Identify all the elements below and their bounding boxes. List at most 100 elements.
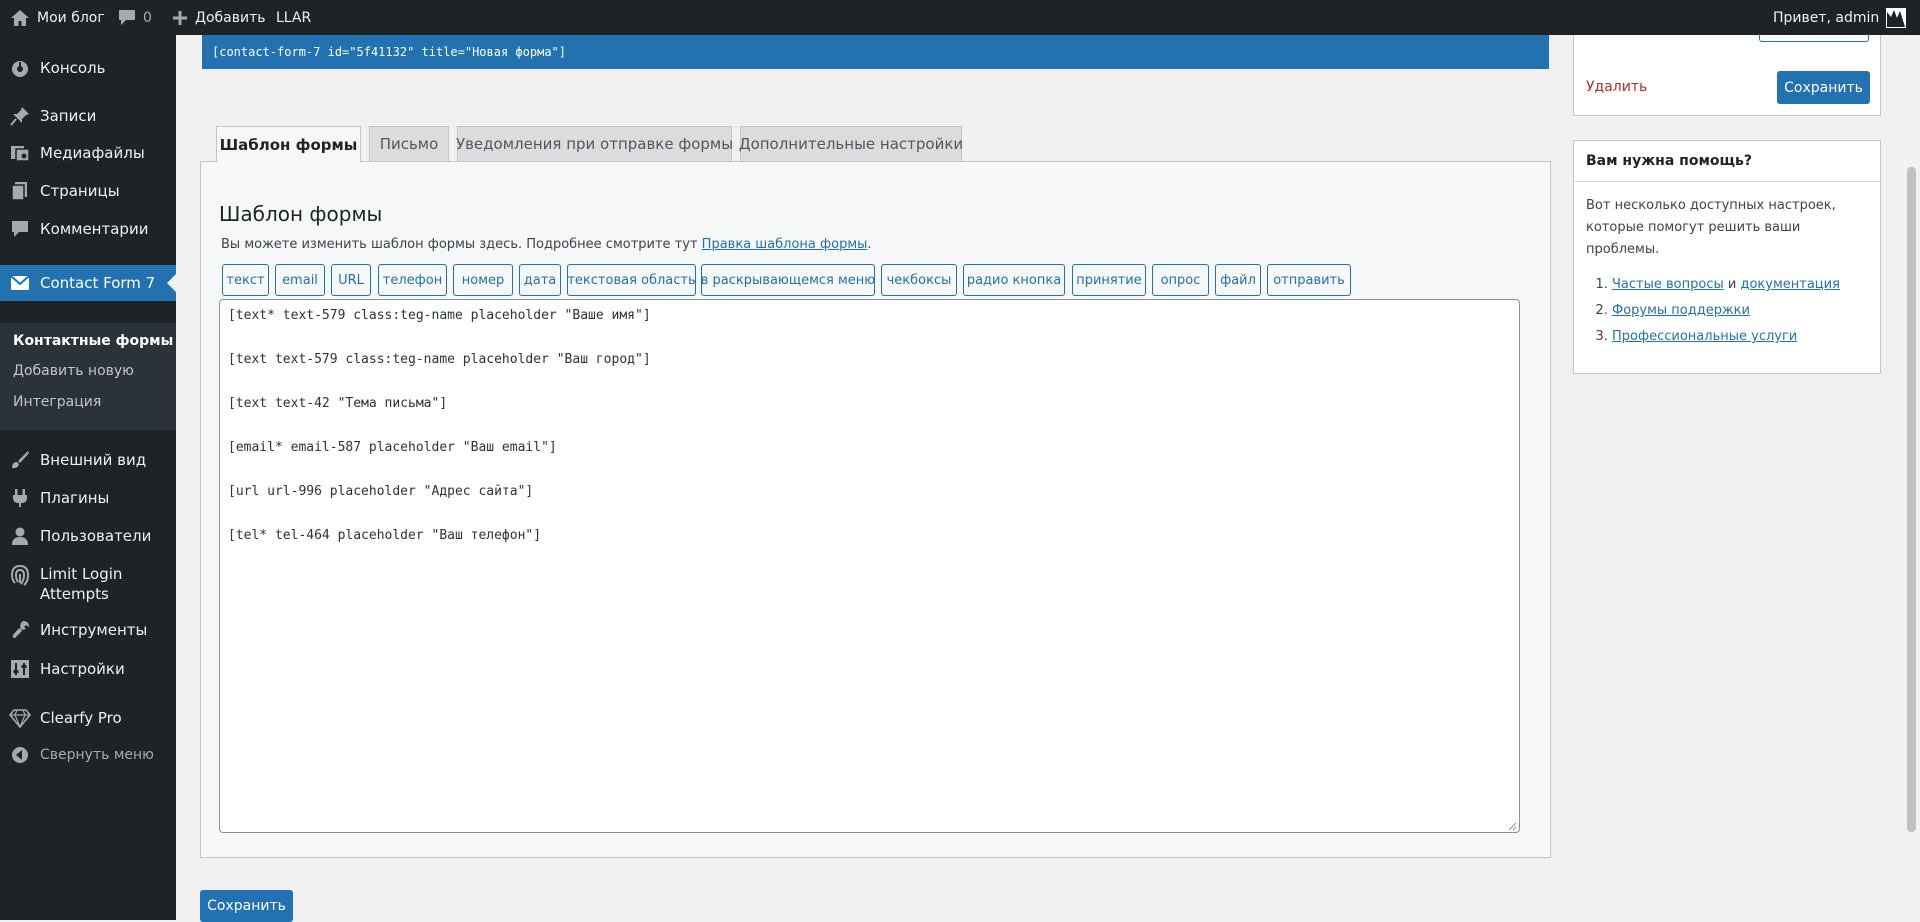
wrench-icon <box>9 619 31 641</box>
tag-button-select[interactable]: в раскрывающемся меню <box>701 264 875 296</box>
menu-item-label: Записи <box>40 107 97 125</box>
code-line: [text text-42 "Тема письма"] <box>228 396 448 411</box>
tag-button-file[interactable]: файл <box>1215 264 1261 296</box>
help-list-item: Форумы поддержки <box>1612 298 1840 324</box>
menu-item-media[interactable]: Медиафайлы <box>0 136 176 170</box>
menu-item-label: Contact Form 7 <box>40 274 156 292</box>
tab-additional-settings[interactable]: Дополнительные настройки <box>739 126 963 161</box>
tab-mail[interactable]: Письмо <box>369 126 449 161</box>
menu-item-label: Медиафайлы <box>40 144 145 162</box>
comments-count: 0 <box>143 9 152 26</box>
menu-item-label: Внешний вид <box>40 451 147 469</box>
collapse-arrow-icon <box>9 744 31 766</box>
menu-item-tools[interactable]: Инструменты <box>0 613 176 647</box>
support-forums-link[interactable]: Форумы поддержки <box>1612 303 1750 318</box>
help-text: Вот несколько доступных настроек, которы… <box>1586 198 1836 257</box>
account-menu[interactable]: Привет, admin <box>1773 0 1907 35</box>
diamond-icon <box>9 707 31 729</box>
tab-form-template[interactable]: Шаблон формы <box>216 126 361 162</box>
plus-icon <box>172 10 188 26</box>
save-button-top[interactable]: Сохранить <box>1777 71 1870 104</box>
site-name: Мои блог <box>37 9 105 26</box>
menu-item-limit-login[interactable]: Limit Login Attempts <box>0 528 176 603</box>
tag-button-tel[interactable]: телефон <box>378 264 447 296</box>
menu-item-console[interactable]: Консоль <box>0 51 176 85</box>
tag-button-acceptance[interactable]: принятие <box>1072 264 1146 296</box>
submenu-item-add-new[interactable]: Добавить новую <box>13 363 134 379</box>
panel-title: Шаблон формы <box>219 202 383 226</box>
home-icon <box>10 9 30 27</box>
admin-bar: Мои блог 0 Добавить LLAR Привет, admin <box>0 0 1920 35</box>
help-links-list: Частые вопросы и документация Форумы под… <box>1586 272 1840 350</box>
tag-button-checkbox[interactable]: чекбоксы <box>881 264 957 296</box>
tab-messages[interactable]: Уведомления при отправке формы <box>456 126 733 161</box>
tag-button-url[interactable]: URL <box>331 264 371 296</box>
delete-link[interactable]: Удалить <box>1586 79 1647 95</box>
duplicate-button[interactable] <box>1759 34 1869 42</box>
menu-item-label: Плагины <box>40 489 110 507</box>
resize-handle-icon[interactable] <box>1507 820 1517 831</box>
tag-button-quiz[interactable]: опрос <box>1152 264 1209 296</box>
scrollbar-thumb[interactable] <box>1907 167 1916 832</box>
menu-item-label: Limit Login Attempts <box>40 565 123 603</box>
menu-item-pages[interactable]: Страницы <box>0 174 176 208</box>
envelope-icon <box>9 272 31 294</box>
save-button-bottom[interactable]: Сохранить <box>200 890 293 922</box>
tag-button-date[interactable]: дата <box>519 264 561 296</box>
paintbrush-icon <box>9 449 31 471</box>
form-template-panel: Шаблон формы Вы можете изменить шаблон ф… <box>200 161 1551 858</box>
help-list-item: Частые вопросы и документация <box>1612 272 1840 298</box>
collapse-menu-button[interactable]: Свернуть меню <box>0 738 176 772</box>
submenu-item-integration[interactable]: Интеграция <box>13 394 101 410</box>
professional-services-link[interactable]: Профессиональные услуги <box>1612 329 1797 344</box>
pages-icon <box>9 180 31 202</box>
menu-item-label: Консоль <box>40 59 106 77</box>
menu-item-appearance[interactable]: Внешний вид <box>0 443 176 477</box>
contact-form-submenu: Контактные формы Добавить новую Интеграц… <box>0 323 176 430</box>
tag-button-radio[interactable]: радио кнопка <box>963 264 1065 296</box>
site-menu[interactable]: Мои блог <box>10 0 105 35</box>
pushpin-icon <box>9 105 31 127</box>
tag-button-textarea[interactable]: текстовая область <box>567 264 696 296</box>
menu-item-label: Инструменты <box>40 621 148 639</box>
form-template-textarea[interactable]: [text* text-579 class:teg-name placehold… <box>219 299 1520 833</box>
shortcode-text: [contact-form-7 id="5f41132" title="Нова… <box>212 45 567 59</box>
shortcode-display[interactable]: [contact-form-7 id="5f41132" title="Нова… <box>202 35 1549 69</box>
new-content-menu[interactable]: Добавить <box>172 0 265 35</box>
dashboard-icon <box>9 57 31 79</box>
plugin-icon <box>9 487 31 509</box>
menu-item-contact-form-7[interactable]: Contact Form 7 <box>0 265 176 301</box>
docs-link[interactable]: документация <box>1740 277 1839 292</box>
code-line: [tel* tel-464 placeholder "Ваш телефон"] <box>228 528 542 543</box>
tag-button-submit[interactable]: отправить <box>1267 264 1351 296</box>
page-scrollbar[interactable] <box>1903 35 1920 920</box>
llar-label: LLAR <box>276 9 312 26</box>
menu-item-plugins[interactable]: Плагины <box>0 481 176 515</box>
menu-item-clearfy-pro[interactable]: Clearfy Pro <box>0 701 176 735</box>
tag-button-text[interactable]: текст <box>222 264 269 296</box>
menu-item-label: Clearfy Pro <box>40 709 122 727</box>
avatar <box>1886 7 1907 28</box>
new-content-label: Добавить <box>195 9 266 26</box>
comment-icon <box>118 9 136 26</box>
edit-template-link[interactable]: Правка шаблона формы <box>702 237 868 252</box>
panel-description: Вы можете изменить шаблон формы здесь. П… <box>221 237 872 252</box>
help-divider <box>1574 181 1880 182</box>
faq-link[interactable]: Частые вопросы <box>1612 277 1724 292</box>
submit-box: Удалить Сохранить <box>1573 34 1881 116</box>
menu-item-comments[interactable]: Комментарии <box>0 212 176 246</box>
admin-menu: Консоль Записи Медиафайлы Страницы Комме… <box>0 35 176 920</box>
menu-item-posts[interactable]: Записи <box>0 99 176 133</box>
help-title: Вам нужна помощь? <box>1586 153 1752 169</box>
help-list-item: Профессиональные услуги <box>1612 324 1840 350</box>
llar-menu[interactable]: LLAR <box>276 0 311 35</box>
code-line: [email* email-587 placeholder "Ваш email… <box>228 440 557 455</box>
submenu-item-contact-forms[interactable]: Контактные формы <box>13 333 173 349</box>
menu-item-settings[interactable]: Настройки <box>0 652 176 686</box>
menu-item-label: Комментарии <box>40 220 149 238</box>
help-box: Вам нужна помощь? Вот несколько доступны… <box>1573 140 1881 374</box>
tag-button-number[interactable]: номер <box>453 264 513 296</box>
greeting-text: Привет, admin <box>1773 9 1880 26</box>
tag-button-email[interactable]: email <box>275 264 325 296</box>
comments-menu[interactable]: 0 <box>118 0 152 35</box>
